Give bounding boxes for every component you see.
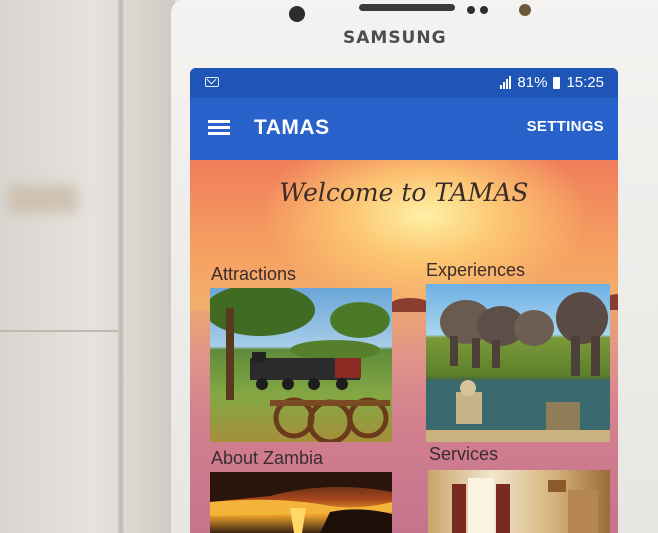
experiences-image: [426, 292, 610, 442]
tile-label-about-zambia: About Zambia: [211, 448, 324, 468]
welcome-heading: Welcome to TAMAS: [279, 178, 529, 207]
sensor-dot: [467, 6, 475, 14]
about-zambia-image: [210, 472, 392, 533]
sensor-dot: [480, 6, 488, 14]
battery-percent: 81%: [517, 74, 548, 91]
services-tile[interactable]: [428, 470, 610, 533]
experiences-tile[interactable]: [426, 284, 610, 442]
about-zambia-tile[interactable]: [210, 472, 392, 533]
photo-frame: SAMSUNG 81% 15:25 TAMAS SETTINGS Welcome…: [0, 0, 658, 533]
phone-screen: 81% 15:25 TAMAS SETTINGS Welcome to TAMA…: [190, 68, 618, 533]
brand-logo: SAMSUNG: [343, 28, 447, 48]
attractions-image: [210, 288, 390, 442]
mail-icon: [205, 77, 219, 87]
attractions-tile[interactable]: [210, 288, 392, 442]
status-bar: 81% 15:25: [190, 68, 618, 98]
distant-hill: [390, 298, 430, 312]
tile-label-services: Services: [429, 444, 499, 464]
app-title: TAMAS: [254, 116, 330, 139]
hamburger-menu-icon[interactable]: [208, 120, 230, 136]
case-line: [0, 330, 118, 332]
settings-button[interactable]: SETTINGS: [527, 118, 604, 135]
signal-icon: [500, 76, 512, 89]
flash-sensor: [519, 4, 531, 16]
case-smudge: [8, 185, 78, 213]
home-content: Welcome to TAMAS Attractions Experiences…: [190, 160, 618, 533]
tile-label-experiences: Experiences: [426, 260, 526, 280]
status-right: 81% 15:25: [500, 74, 604, 91]
battery-icon: [553, 76, 561, 89]
app-bar: TAMAS SETTINGS: [190, 98, 618, 160]
front-camera: [289, 6, 305, 22]
earpiece: [359, 4, 455, 11]
services-image: [452, 478, 598, 533]
case-seam: [118, 0, 124, 533]
tile-label-attractions: Attractions: [211, 264, 297, 284]
phone-case: [0, 0, 175, 533]
clock: 15:25: [566, 74, 604, 91]
